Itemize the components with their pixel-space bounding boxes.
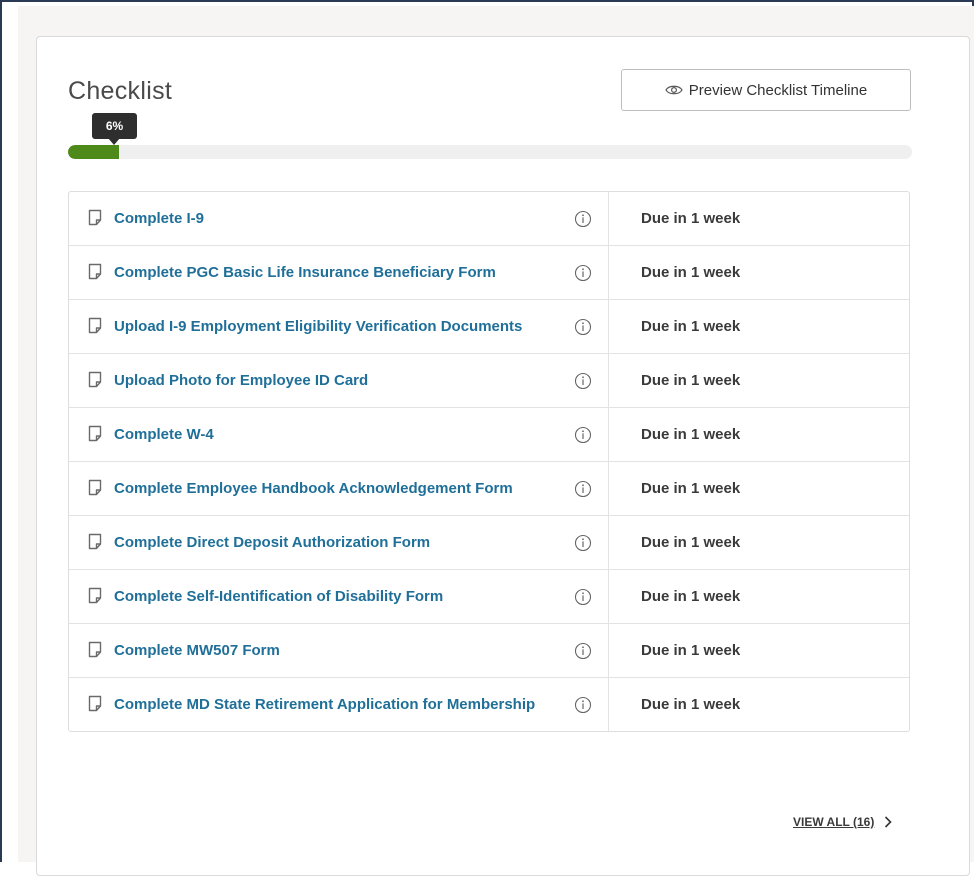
checklist-row: Complete MW507 Form Due in 1 week: [69, 623, 909, 677]
info-icon[interactable]: [574, 588, 592, 606]
info-icon[interactable]: [574, 264, 592, 282]
task-label: Complete Employee Handbook Acknowledgeme…: [114, 480, 513, 497]
task-label: Complete MW507 Form: [114, 642, 280, 659]
due-cell: Due in 1 week: [608, 246, 909, 299]
tooltip-arrow: [108, 138, 120, 145]
info-icon[interactable]: [574, 696, 592, 714]
due-label: Due in 1 week: [641, 642, 741, 659]
due-label: Due in 1 week: [641, 588, 741, 605]
checklist-card: Checklist Preview Checklist Timeline 6% …: [36, 36, 970, 876]
due-label: Due in 1 week: [641, 210, 741, 227]
document-icon: [88, 531, 102, 550]
due-cell: Due in 1 week: [608, 354, 909, 407]
document-icon: [88, 585, 102, 604]
eye-icon: [665, 84, 683, 96]
due-cell: Due in 1 week: [608, 516, 909, 569]
document-icon: [88, 369, 102, 388]
due-label: Due in 1 week: [641, 426, 741, 443]
info-icon[interactable]: [574, 426, 592, 444]
document-icon: [88, 261, 102, 280]
task-link[interactable]: Upload I-9 Employment Eligibility Verifi…: [88, 312, 522, 341]
task-label: Upload I-9 Employment Eligibility Verifi…: [114, 318, 523, 335]
document-icon: [88, 693, 102, 712]
due-cell: Due in 1 week: [608, 192, 909, 245]
due-label: Due in 1 week: [641, 534, 741, 551]
task-cell: Complete MD State Retirement Application…: [69, 678, 608, 731]
task-cell: Complete I-9: [69, 192, 608, 245]
due-cell: Due in 1 week: [608, 624, 909, 677]
task-link[interactable]: Upload Photo for Employee ID Card: [88, 366, 368, 395]
due-cell: Due in 1 week: [608, 408, 909, 461]
task-link[interactable]: Complete Direct Deposit Authorization Fo…: [88, 528, 430, 557]
task-cell: Complete PGC Basic Life Insurance Benefi…: [69, 246, 608, 299]
preview-button-label: Preview Checklist Timeline: [688, 81, 868, 99]
document-icon: [88, 477, 102, 496]
task-label: Complete W-4: [114, 426, 214, 443]
task-label: Complete MD State Retirement Application…: [114, 696, 536, 713]
checklist-row: Upload Photo for Employee ID Card Due in …: [69, 353, 909, 407]
checklist-row: Complete Direct Deposit Authorization Fo…: [69, 515, 909, 569]
document-icon: [88, 639, 102, 658]
info-icon[interactable]: [574, 534, 592, 552]
task-label: Complete Direct Deposit Authorization Fo…: [114, 534, 431, 551]
task-cell: Upload Photo for Employee ID Card: [69, 354, 608, 407]
checklist-row: Upload I-9 Employment Eligibility Verifi…: [69, 299, 909, 353]
checklist-row: Complete Self-Identification of Disabili…: [69, 569, 909, 623]
due-cell: Due in 1 week: [608, 462, 909, 515]
progress-bar: [68, 145, 912, 159]
checklist-row: Complete Employee Handbook Acknowledgeme…: [69, 461, 909, 515]
checklist-row: Complete PGC Basic Life Insurance Benefi…: [69, 245, 909, 299]
task-label: Upload Photo for Employee ID Card: [114, 372, 369, 389]
task-link[interactable]: Complete MW507 Form: [88, 636, 280, 665]
checklist-row: Complete MD State Retirement Application…: [69, 677, 909, 731]
preview-checklist-timeline-button[interactable]: Preview Checklist Timeline: [621, 69, 911, 111]
checklist-row: Complete W-4 Due in 1 week: [69, 407, 909, 461]
due-label: Due in 1 week: [641, 480, 741, 497]
task-cell: Complete Employee Handbook Acknowledgeme…: [69, 462, 608, 515]
due-cell: Due in 1 week: [608, 570, 909, 623]
task-label: Complete PGC Basic Life Insurance Benefi…: [114, 264, 496, 281]
info-icon[interactable]: [574, 372, 592, 390]
task-cell: Complete Direct Deposit Authorization Fo…: [69, 516, 608, 569]
info-icon[interactable]: [574, 642, 592, 660]
progress-bar-fill: [68, 145, 119, 159]
task-link[interactable]: Complete Employee Handbook Acknowledgeme…: [88, 474, 513, 503]
info-icon[interactable]: [574, 210, 592, 228]
task-cell: Complete W-4: [69, 408, 608, 461]
chevron-right-icon: [884, 816, 892, 828]
task-cell: Complete Self-Identification of Disabili…: [69, 570, 608, 623]
due-label: Due in 1 week: [641, 696, 741, 713]
task-link[interactable]: Complete Self-Identification of Disabili…: [88, 582, 443, 611]
due-label: Due in 1 week: [641, 372, 741, 389]
task-link[interactable]: Complete I-9: [88, 204, 204, 233]
task-link[interactable]: Complete W-4: [88, 420, 214, 449]
document-icon: [88, 207, 102, 226]
task-cell: Complete MW507 Form: [69, 624, 608, 677]
checklist-title: Checklist: [68, 77, 173, 105]
due-label: Due in 1 week: [641, 264, 741, 281]
due-cell: Due in 1 week: [608, 300, 909, 353]
checklist-row: Complete I-9 Due in 1 week: [69, 192, 909, 245]
view-all-label: VIEW ALL (16): [793, 815, 875, 829]
task-link[interactable]: Complete MD State Retirement Application…: [88, 690, 535, 719]
document-icon: [88, 423, 102, 442]
info-icon[interactable]: [574, 480, 592, 498]
view-all-link[interactable]: VIEW ALL (16): [793, 815, 892, 829]
task-cell: Upload I-9 Employment Eligibility Verifi…: [69, 300, 608, 353]
task-label: Complete I-9: [114, 210, 205, 227]
task-link[interactable]: Complete PGC Basic Life Insurance Benefi…: [88, 258, 496, 287]
due-cell: Due in 1 week: [608, 678, 909, 731]
progress-percent-tooltip: 6%: [92, 113, 137, 139]
document-icon: [88, 315, 102, 334]
checklist-table: Complete I-9 Due in 1 week Complete PGC Ba…: [68, 191, 910, 732]
info-icon[interactable]: [574, 318, 592, 336]
task-label: Complete Self-Identification of Disabili…: [114, 588, 444, 605]
due-label: Due in 1 week: [641, 318, 741, 335]
